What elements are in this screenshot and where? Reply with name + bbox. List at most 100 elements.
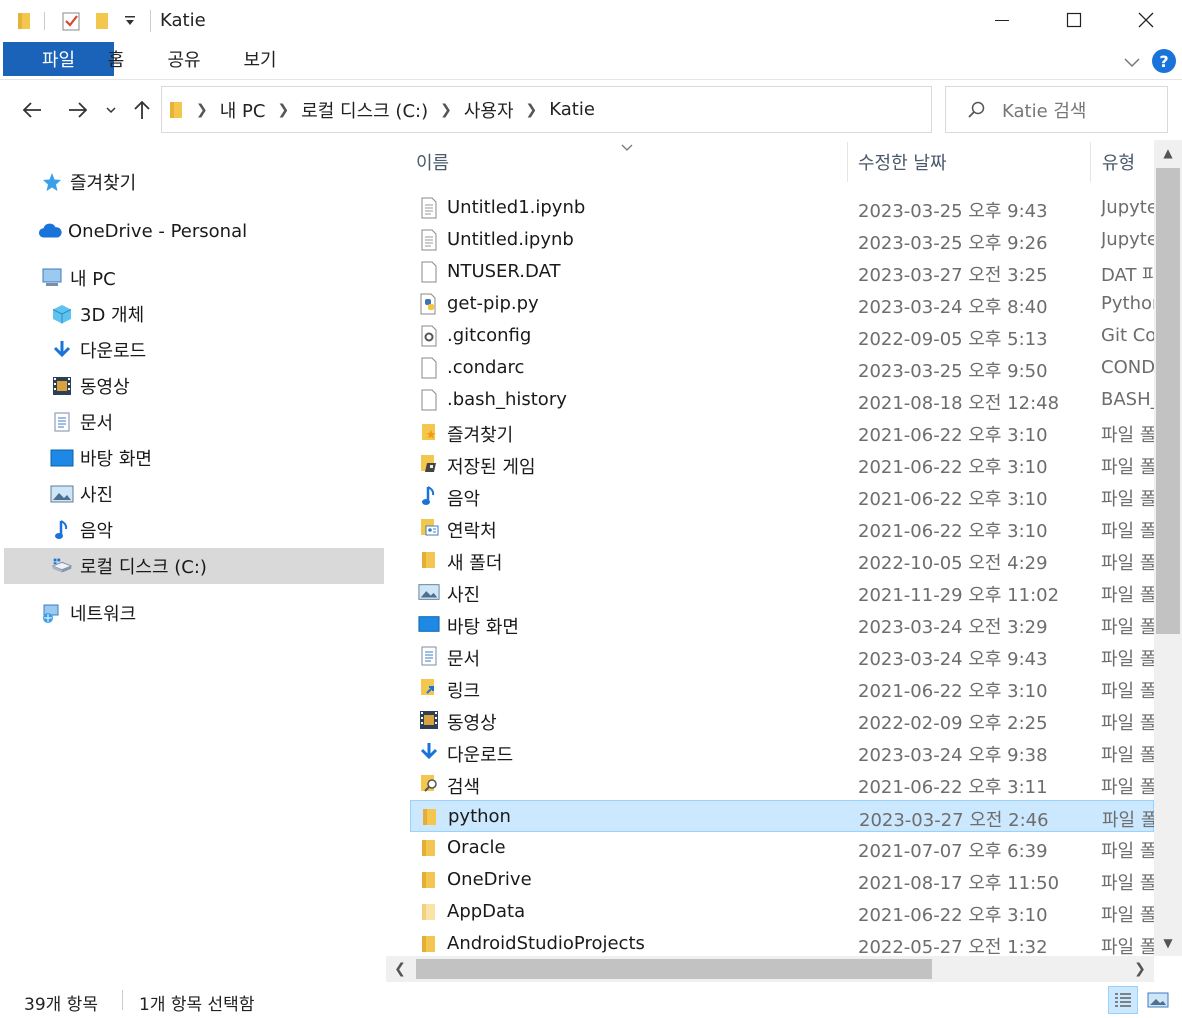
column-header-name[interactable]: 이름 xyxy=(416,140,846,184)
nav-item-downloads[interactable]: 다운로드 xyxy=(0,332,386,368)
details-view-button[interactable] xyxy=(1108,986,1138,1014)
large-icons-view-button[interactable] xyxy=(1144,986,1172,1014)
column-header-date[interactable]: 수정한 날짜 xyxy=(858,140,1088,184)
file-row[interactable]: Untitled1.ipynb 2023-03-25 오후 9:43 Jupyte xyxy=(410,192,1154,224)
folder-icon[interactable] xyxy=(14,10,36,32)
folder-icon xyxy=(418,868,440,892)
nav-item-documents[interactable]: 문서 xyxy=(0,404,386,440)
file-row[interactable]: 동영상 2022-02-09 오후 2:25 파일 폴 xyxy=(410,704,1154,736)
breadcrumb-chevron-icon[interactable]: ❯ xyxy=(526,102,538,118)
nav-item-videos[interactable]: 동영상 xyxy=(0,368,386,404)
search-box[interactable]: Katie 검색 xyxy=(945,86,1168,133)
file-row[interactable]: NTUSER.DAT 2023-03-27 오전 3:25 DAT 파 xyxy=(410,256,1154,288)
nav-item-desktop[interactable]: 바탕 화면 xyxy=(0,440,386,476)
breadcrumb-local-disk[interactable]: 로컬 디스크 (C:) xyxy=(301,97,428,123)
file-row[interactable]: .gitconfig 2022-09-05 오후 5:13 Git Co xyxy=(410,320,1154,352)
horizontal-scroll-thumb[interactable] xyxy=(416,959,932,979)
file-type: 파일 폴 xyxy=(1101,489,1154,510)
file-date: 2021-06-22 오후 3:10 xyxy=(858,457,1048,478)
file-row[interactable]: Untitled.ipynb 2023-03-25 오후 9:26 Jupyte xyxy=(410,224,1154,256)
file-row[interactable]: 다운로드 2023-03-24 오후 9:38 파일 폴 xyxy=(410,736,1154,768)
tab-share[interactable]: 공유 xyxy=(156,42,212,76)
back-button[interactable] xyxy=(16,94,48,126)
file-row[interactable]: Oracle 2021-07-07 오후 6:39 파일 폴 xyxy=(410,832,1154,864)
close-button[interactable] xyxy=(1110,0,1182,40)
file-row[interactable]: python 2023-03-27 오전 2:46 파일 폴 xyxy=(410,800,1154,832)
breadcrumb-katie[interactable]: Katie xyxy=(549,99,595,120)
scroll-left-icon[interactable]: ❮ xyxy=(386,956,414,982)
file-row[interactable]: get-pip.py 2023-03-24 오후 8:40 Python xyxy=(410,288,1154,320)
properties-icon[interactable] xyxy=(58,10,84,32)
large-icons-view-icon xyxy=(1147,992,1169,1008)
nav-item-network[interactable]: 네트워크 xyxy=(0,595,386,631)
nav-item-pictures[interactable]: 사진 xyxy=(0,476,386,512)
file-row[interactable]: OneDrive 2021-08-17 오후 11:50 파일 폴 xyxy=(410,864,1154,896)
file-row[interactable]: 연락처 2021-06-22 오후 3:10 파일 폴 xyxy=(410,512,1154,544)
nav-item-local-disk[interactable]: 로컬 디스크 (C:) xyxy=(4,548,384,584)
folder-icon xyxy=(168,100,184,120)
new-folder-icon[interactable] xyxy=(92,10,114,32)
up-button[interactable] xyxy=(128,94,156,126)
file-row[interactable]: AppData 2021-06-22 오후 3:10 파일 폴 xyxy=(410,896,1154,928)
file-row[interactable]: 검색 2021-06-22 오후 3:11 파일 폴 xyxy=(410,768,1154,800)
recent-locations-button[interactable] xyxy=(102,94,120,126)
file-type: 파일 폴 xyxy=(1101,425,1154,446)
file-row[interactable]: 새 폴더 2022-10-05 오전 4:29 파일 폴 xyxy=(410,544,1154,576)
nav-item-favorites[interactable]: 즐겨찾기 xyxy=(0,164,386,200)
column-divider[interactable] xyxy=(1090,142,1091,182)
maximize-button[interactable] xyxy=(1038,0,1110,40)
file-name: .bash_history xyxy=(447,389,567,410)
file-row[interactable]: 링크 2021-06-22 오후 3:10 파일 폴 xyxy=(410,672,1154,704)
vertical-scroll-thumb[interactable] xyxy=(1156,168,1180,634)
file-type: BASH_ xyxy=(1101,389,1154,410)
expand-ribbon-chevron-icon[interactable] xyxy=(1120,50,1144,74)
address-bar[interactable]: ❯ 내 PC ❯ 로컬 디스크 (C:) ❯ 사용자 ❯ Katie xyxy=(161,86,1077,133)
breadcrumb-chevron-icon[interactable]: ❯ xyxy=(196,102,208,118)
file-row[interactable]: 바탕 화면 2023-03-24 오전 3:29 파일 폴 xyxy=(410,608,1154,640)
vertical-scrollbar[interactable]: ▲ ▼ xyxy=(1154,140,1182,956)
file-row[interactable]: .bash_history 2021-08-18 오전 12:48 BASH_ xyxy=(410,384,1154,416)
desktop-icon xyxy=(50,446,74,470)
file-row[interactable]: 즐겨찾기 2021-06-22 오후 3:10 파일 폴 xyxy=(410,416,1154,448)
nav-item-onedrive[interactable]: OneDrive - Personal xyxy=(0,213,386,249)
file-date: 2021-07-07 오후 6:39 xyxy=(858,841,1048,862)
file-type: Git Co xyxy=(1101,325,1154,346)
ribbon-tabs: 파일 홈 공유 보기 ? xyxy=(0,42,1182,80)
column-divider[interactable] xyxy=(847,142,848,182)
file-row[interactable]: 사진 2021-11-29 오후 11:02 파일 폴 xyxy=(410,576,1154,608)
tab-view[interactable]: 보기 xyxy=(232,42,288,76)
column-header-type[interactable]: 유형 xyxy=(1102,140,1154,184)
file-row[interactable]: 문서 2023-03-24 오후 9:43 파일 폴 xyxy=(410,640,1154,672)
search-input[interactable]: Katie 검색 xyxy=(1002,97,1087,123)
music-icon xyxy=(50,518,74,542)
file-type: 파일 폴 xyxy=(1101,457,1154,478)
python-file-icon xyxy=(418,292,440,316)
file-date: 2021-06-22 오후 3:10 xyxy=(858,905,1048,926)
selection-count: 1개 항목 선택함 xyxy=(139,995,255,1015)
file-name: 문서 xyxy=(447,649,481,670)
file-row[interactable]: AndroidStudioProjects 2022-05-27 오전 1:32 파… xyxy=(410,928,1154,956)
nav-item-my-pc[interactable]: 내 PC xyxy=(0,260,386,296)
scroll-down-icon[interactable]: ▼ xyxy=(1154,930,1182,956)
file-name: python xyxy=(448,806,511,827)
network-icon xyxy=(40,601,64,625)
forward-button[interactable] xyxy=(62,94,94,126)
file-row[interactable]: 음악 2021-06-22 오후 3:10 파일 폴 xyxy=(410,480,1154,512)
breadcrumb-chevron-icon[interactable]: ❯ xyxy=(277,102,289,118)
nav-item-3d-objects[interactable]: 3D 개체 xyxy=(0,296,386,332)
file-name: AppData xyxy=(447,901,526,922)
breadcrumb-chevron-icon[interactable]: ❯ xyxy=(440,102,452,118)
file-date: 2021-06-22 오후 3:10 xyxy=(858,681,1048,702)
help-button[interactable]: ? xyxy=(1152,49,1176,73)
scroll-up-icon[interactable]: ▲ xyxy=(1154,140,1182,166)
minimize-button[interactable] xyxy=(966,0,1038,40)
breadcrumb-users[interactable]: 사용자 xyxy=(464,97,514,123)
breadcrumb-my-pc[interactable]: 내 PC xyxy=(220,97,266,123)
tab-home[interactable]: 홈 xyxy=(92,42,140,76)
horizontal-scrollbar[interactable]: ❮ ❯ xyxy=(386,956,1154,982)
customize-quick-access-icon[interactable] xyxy=(120,10,140,32)
nav-item-music[interactable]: 음악 xyxy=(0,512,386,548)
file-row[interactable]: .condarc 2023-03-25 오후 9:50 CONDA xyxy=(410,352,1154,384)
scroll-right-icon[interactable]: ❯ xyxy=(1126,956,1154,982)
file-row[interactable]: 저장된 게임 2021-06-22 오후 3:10 파일 폴 xyxy=(410,448,1154,480)
